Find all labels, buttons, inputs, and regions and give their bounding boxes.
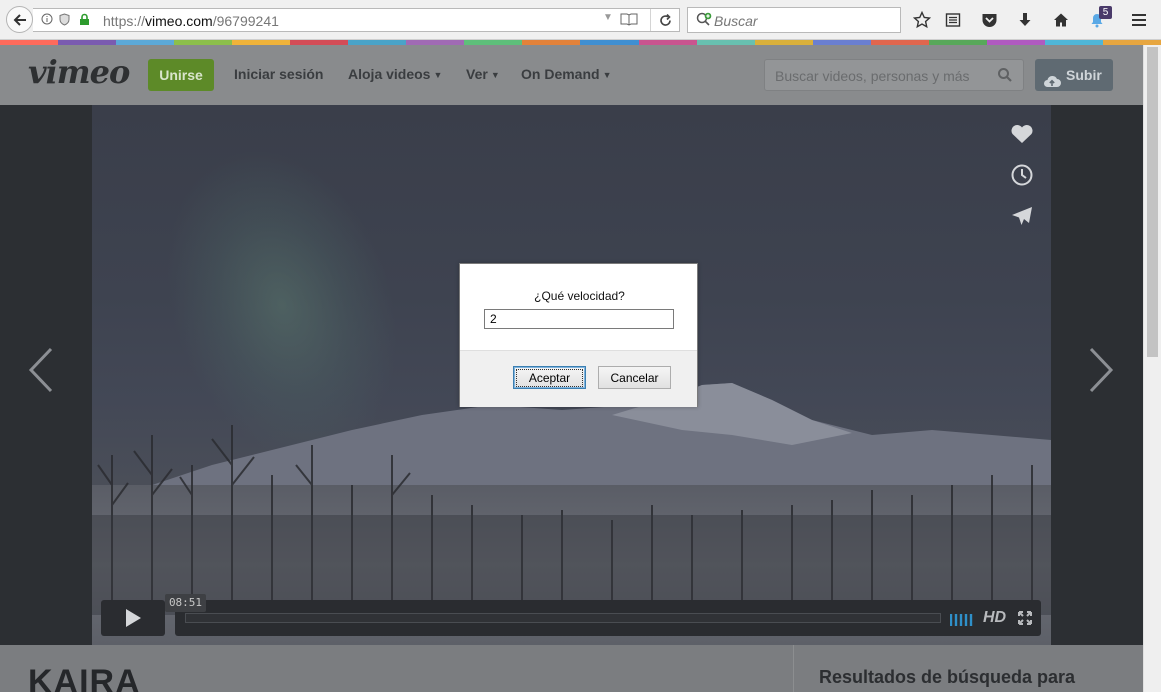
prompt-message: ¿Qué velocidad? [534, 289, 625, 303]
nav-watch[interactable]: Ver ▼ [466, 66, 500, 82]
url-text[interactable]: https://vimeo.com/96799241 [103, 13, 279, 29]
player-controls: HD [101, 600, 1041, 636]
search-engine-icon[interactable] [696, 12, 712, 33]
paper-plane-icon [1012, 207, 1032, 225]
bookmarks-list-icon [945, 13, 961, 27]
watch-later-button[interactable] [1009, 162, 1035, 188]
browser-toolbar: https://vimeo.com/96799241 ▼ Buscar 5 [0, 0, 1161, 40]
lock-icon[interactable] [79, 13, 90, 29]
video-info-area: KAIRA Resultados de búsqueda para [0, 645, 1143, 692]
like-button[interactable] [1009, 121, 1035, 147]
scrollbar-thumb[interactable] [1147, 47, 1158, 357]
video-title: KAIRA [28, 663, 141, 692]
speed-input[interactable] [484, 309, 674, 329]
play-button[interactable] [101, 600, 165, 636]
nav-host-videos-label: Aloja videos [348, 66, 431, 82]
url-dropdown-icon[interactable]: ▼ [603, 12, 613, 23]
progress-track[interactable] [185, 613, 941, 623]
search-icon[interactable] [997, 67, 1013, 88]
bookmark-star-button[interactable] [909, 8, 935, 32]
sidebar-divider [793, 645, 794, 692]
fullscreen-icon[interactable] [1018, 611, 1032, 630]
chevron-down-icon: ▼ [602, 70, 612, 80]
back-arrow-icon [13, 13, 26, 26]
speed-prompt-dialog: ¿Qué velocidad? Aceptar Cancelar [459, 263, 698, 407]
cancel-button[interactable]: Cancelar [598, 366, 671, 389]
join-button[interactable]: Unirse [148, 59, 214, 91]
nav-watch-label: Ver [466, 66, 488, 82]
vimeo-logo[interactable]: vimeo [28, 53, 130, 91]
home-button[interactable] [1048, 8, 1074, 32]
nav-on-demand-label: On Demand [521, 66, 600, 82]
site-search-placeholder: Buscar videos, personas y más [775, 68, 970, 84]
site-header: vimeo Unirse Iniciar sesión Aloja videos… [0, 45, 1143, 105]
cloud-upload-icon [1043, 68, 1061, 100]
url-path: /96799241 [212, 13, 279, 29]
download-arrow-icon [1019, 13, 1031, 26]
nav-on-demand[interactable]: On Demand ▼ [521, 66, 612, 82]
progress-bar-container: HD [175, 600, 1041, 636]
bookmarks-menu-button[interactable] [940, 8, 966, 32]
nav-login[interactable]: Iniciar sesión [234, 66, 323, 82]
clock-icon [1011, 164, 1033, 186]
accept-button[interactable]: Aceptar [513, 366, 586, 389]
playback-time: 08:51 [165, 594, 206, 612]
browser-search-placeholder: Buscar [714, 13, 758, 29]
home-icon [1054, 13, 1068, 27]
tracking-shield-icon[interactable] [59, 13, 70, 29]
site-search-input[interactable]: Buscar videos, personas y más [764, 59, 1024, 91]
next-video-button[interactable] [1086, 345, 1116, 400]
reload-button[interactable] [650, 9, 680, 31]
pocket-button[interactable] [976, 8, 1002, 32]
page-scrollbar[interactable] [1143, 45, 1161, 692]
nav-host-videos[interactable]: Aloja videos ▼ [348, 66, 442, 82]
url-bar[interactable]: https://vimeo.com/96799241 ▼ [33, 8, 680, 32]
star-icon [913, 11, 931, 29]
nav-login-label: Iniciar sesión [234, 66, 324, 82]
search-results-heading: Resultados de búsqueda para [819, 667, 1076, 687]
back-button[interactable] [6, 6, 33, 33]
open-menu-button[interactable] [1126, 8, 1152, 32]
chevron-right-icon [1089, 347, 1114, 393]
notification-count-badge: 5 [1099, 6, 1112, 19]
upload-label: Subir [1066, 67, 1102, 83]
chevron-down-icon: ▼ [433, 70, 443, 80]
play-icon [126, 609, 141, 627]
previous-video-button[interactable] [26, 345, 56, 400]
share-button[interactable] [1009, 203, 1035, 229]
downloads-button[interactable] [1012, 8, 1038, 32]
accept-label: Aceptar [515, 368, 584, 387]
hd-toggle[interactable]: HD [983, 609, 1006, 627]
prompt-footer: Aceptar Cancelar [460, 350, 697, 407]
heart-icon [1011, 124, 1033, 143]
chevron-left-icon [28, 347, 53, 393]
reader-view-icon[interactable] [620, 12, 638, 31]
tree-silhouettes [92, 425, 1051, 615]
browser-search-bar[interactable]: Buscar [687, 7, 901, 33]
reload-icon [660, 13, 671, 26]
hamburger-menu-icon [1132, 14, 1146, 26]
info-icon[interactable] [41, 13, 53, 28]
url-protocol: https:// [103, 13, 146, 29]
pocket-icon [982, 14, 996, 27]
url-host: vimeo.com [145, 13, 213, 29]
chevron-down-icon: ▼ [490, 70, 500, 80]
upload-button[interactable]: Subir [1035, 59, 1113, 91]
volume-bars-icon[interactable] [949, 613, 974, 631]
